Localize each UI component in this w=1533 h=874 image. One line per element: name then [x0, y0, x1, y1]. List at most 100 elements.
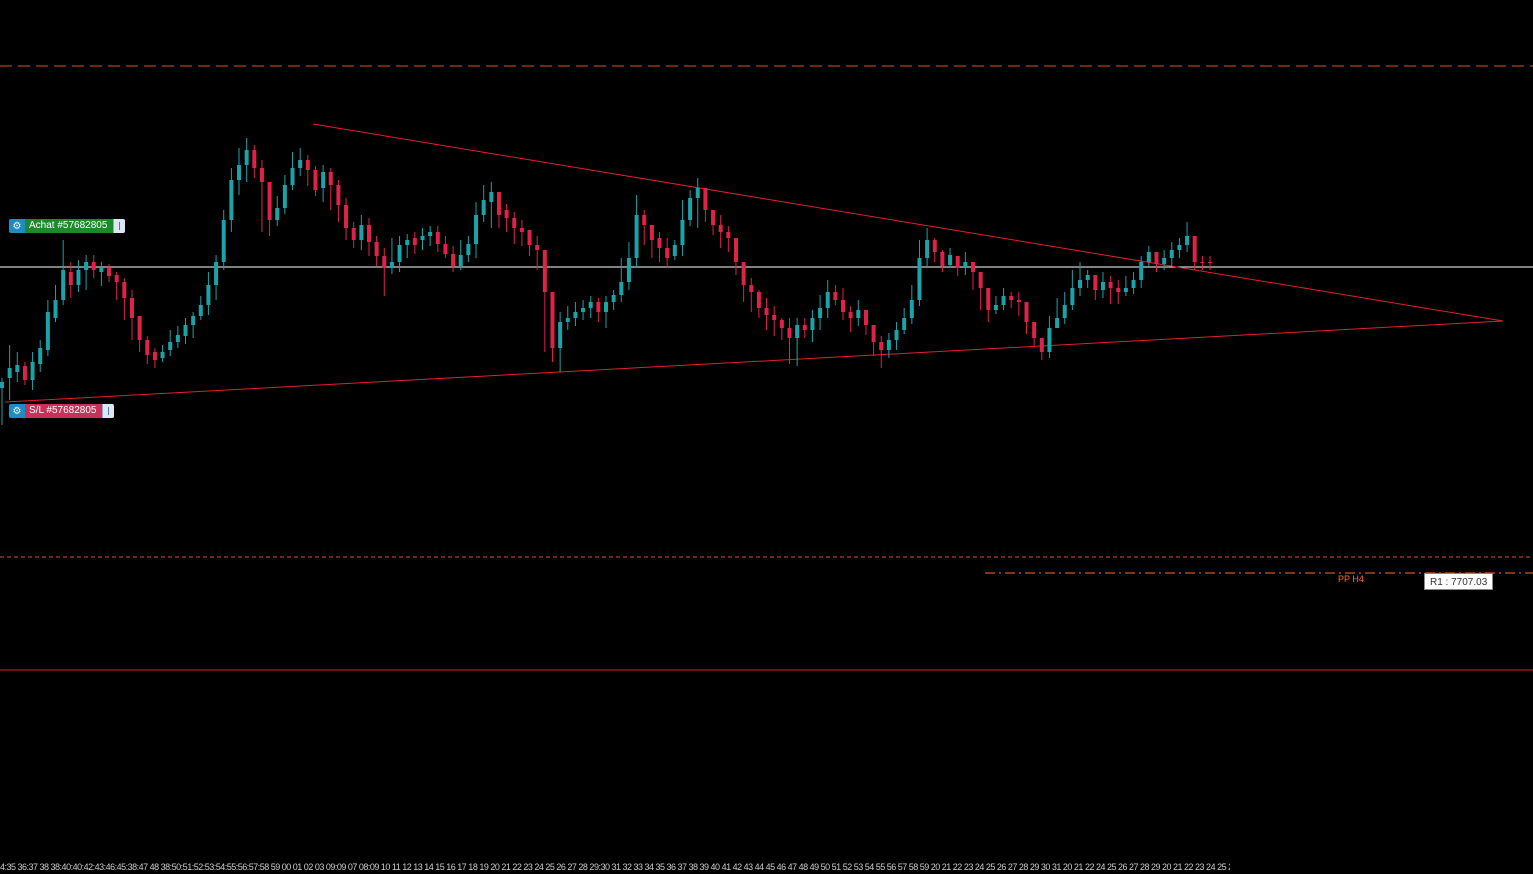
candle-body — [282, 185, 287, 208]
candle-body — [733, 238, 738, 262]
candle-body — [940, 252, 945, 266]
candle-body — [573, 312, 578, 318]
chart-area[interactable]: ⚙ Achat #57682805 ⚙ S/L #57682805 PP H4 … — [0, 0, 1533, 874]
candle-body — [221, 220, 226, 262]
candle-body — [581, 308, 586, 312]
gear-icon[interactable]: ⚙ — [9, 404, 25, 418]
candle-body — [443, 244, 448, 254]
candle-body — [244, 150, 249, 165]
price-chart[interactable] — [0, 0, 1533, 874]
candle-body — [160, 352, 165, 358]
candle-body — [99, 268, 104, 272]
candle-body — [756, 292, 761, 308]
candle-body — [886, 340, 891, 350]
candle-body — [1169, 250, 1174, 258]
candle-body — [718, 225, 723, 232]
candle-body — [389, 262, 394, 268]
time-axis: 4:35 36:37 38 38:40:40:42:43:46:45:38:47… — [0, 862, 1230, 872]
drag-handle-icon[interactable] — [102, 404, 115, 418]
candle-body — [1139, 262, 1144, 280]
candle-body — [458, 255, 463, 266]
stoploss-order-label: S/L #57682805 — [25, 404, 103, 418]
candle-body — [695, 188, 700, 198]
drag-handle-icon[interactable] — [113, 219, 126, 233]
candle-body — [137, 316, 142, 340]
gear-icon[interactable]: ⚙ — [9, 219, 25, 233]
candle-body — [963, 262, 968, 268]
candle-body — [229, 180, 234, 220]
candle-body — [726, 232, 731, 238]
candle-body — [420, 236, 425, 240]
candle-body — [512, 218, 517, 228]
candle-body — [7, 368, 12, 378]
candle-body — [558, 322, 563, 348]
candle-body — [1055, 318, 1060, 328]
candle-body — [145, 340, 150, 355]
candle-body — [489, 192, 494, 202]
candle-body — [527, 230, 532, 245]
candle-body — [825, 292, 830, 308]
candle-body — [779, 320, 784, 328]
candle-body — [504, 210, 509, 218]
buy-order-tag[interactable]: ⚙ Achat #57682805 — [9, 219, 126, 233]
candle-body — [237, 165, 242, 180]
pp-h4-label: PP H4 — [1338, 574, 1364, 584]
candle-body — [1085, 275, 1090, 280]
candle-body — [183, 325, 188, 336]
candle-body — [818, 308, 823, 318]
candle-body — [749, 285, 754, 292]
candle-body — [374, 242, 379, 256]
candle-body — [833, 292, 838, 300]
candle-body — [948, 255, 953, 265]
candle-body — [1070, 288, 1075, 305]
candle-body — [336, 185, 341, 205]
candle-body — [412, 238, 417, 245]
candle-body — [1177, 245, 1182, 250]
candle-body — [428, 232, 433, 236]
candle-body — [657, 238, 662, 248]
candle-body — [84, 262, 89, 270]
candle-body — [542, 250, 547, 292]
candle-body — [848, 312, 853, 318]
candle-body — [1001, 296, 1006, 305]
candle-body — [970, 262, 975, 272]
candle-body — [22, 366, 27, 380]
candle-body — [604, 302, 608, 312]
candle-body — [206, 285, 211, 305]
candle-body — [1131, 280, 1136, 288]
stoploss-order-tag[interactable]: ⚙ S/L #57682805 — [9, 404, 115, 418]
candle-body — [275, 208, 280, 220]
candle-body — [1116, 288, 1121, 292]
candle-body — [91, 262, 96, 270]
candle-body — [711, 210, 716, 225]
candle-body — [611, 295, 616, 302]
candle-body — [1192, 236, 1197, 262]
candle-body — [1062, 305, 1067, 318]
lower-trendline[interactable] — [4, 320, 1504, 403]
candle-body — [1154, 252, 1159, 264]
candle-body — [588, 302, 593, 308]
candle-body — [909, 300, 914, 318]
candle-body — [787, 328, 792, 338]
candle-body — [175, 335, 180, 342]
candle-body — [841, 300, 846, 312]
candle-body — [665, 248, 670, 258]
candle-body — [879, 342, 884, 350]
candle-body — [565, 318, 570, 322]
candle-body — [1078, 280, 1083, 288]
candle-body — [366, 225, 371, 242]
candle-body — [1032, 322, 1037, 338]
candle-body — [382, 256, 387, 268]
candle-body — [344, 205, 349, 228]
candle-body — [474, 215, 479, 244]
candle-body — [259, 168, 264, 182]
candle-body — [214, 262, 219, 285]
r1-price-label: R1 : 7707.03 — [1424, 573, 1494, 590]
candle-body — [351, 228, 356, 240]
candle-body — [328, 172, 333, 185]
candle-body — [1208, 262, 1212, 263]
candle-body — [30, 362, 35, 380]
candle-body — [397, 245, 402, 262]
candle-body — [435, 232, 440, 244]
candle-body — [863, 310, 868, 325]
